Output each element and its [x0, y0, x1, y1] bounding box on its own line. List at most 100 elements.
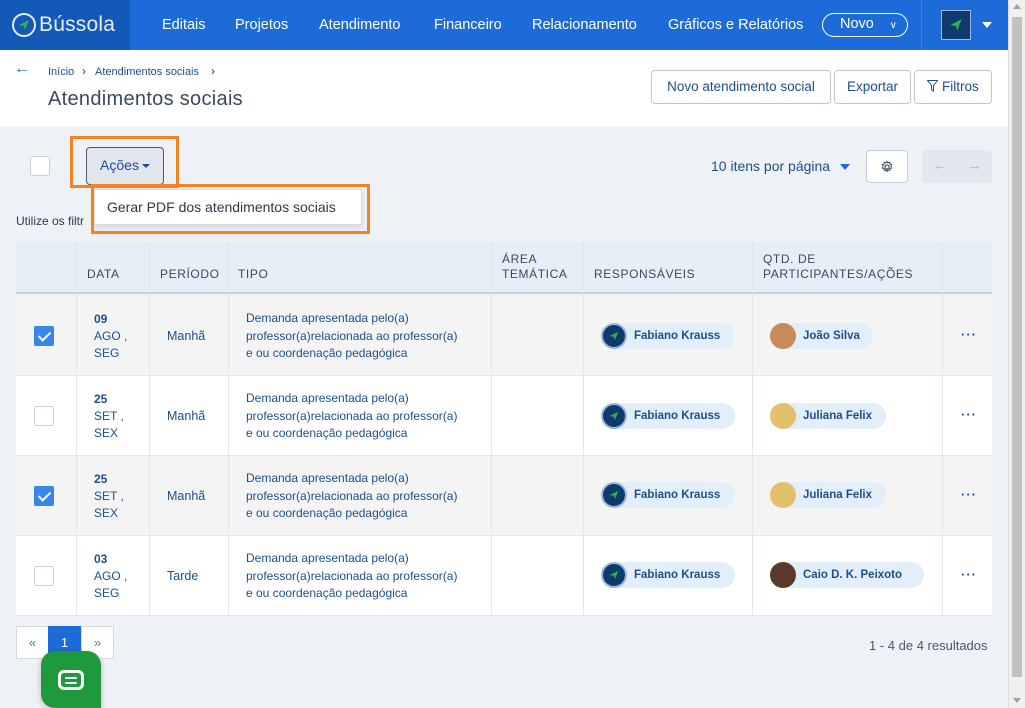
col-header-qtd-l1[interactable]: QTD. DE: [763, 252, 816, 267]
chat-button[interactable]: [41, 651, 101, 708]
page-header: ← Início › Atendimentos sociais › Atendi…: [0, 50, 1008, 126]
breadcrumb-separator: ›: [211, 64, 215, 78]
col-header-tipo[interactable]: TIPO: [238, 267, 268, 282]
responsible-name: Fabiano Krauss: [634, 330, 721, 342]
brand-logo[interactable]: Bússola: [0, 0, 130, 50]
responsible-chip[interactable]: Fabiano Krauss: [601, 562, 735, 588]
row-divider: [16, 615, 992, 616]
col-header-responsaveis[interactable]: RESPONSÁVEIS: [594, 267, 695, 282]
col-header-data[interactable]: DATA: [87, 267, 120, 282]
participant-chip[interactable]: Juliana Felix: [770, 482, 886, 508]
pagination-prev[interactable]: «: [16, 626, 49, 659]
nav-relacionamento[interactable]: Relacionamento: [532, 0, 637, 50]
row-periodo: Manhã: [167, 409, 206, 423]
col-divider: [942, 242, 943, 616]
col-divider: [228, 242, 229, 616]
caret-down-icon[interactable]: [840, 164, 850, 170]
col-divider: [583, 242, 584, 616]
row-date: 25 SET , SEX: [94, 472, 124, 520]
table-row[interactable]: 03 AGO , SEG Tarde Demanda apresentada pel…: [16, 536, 992, 616]
compass-logo-icon: [12, 13, 36, 37]
participant-chip[interactable]: João Silva: [770, 323, 873, 349]
row-actions-menu[interactable]: ···: [961, 567, 977, 582]
filters-label: Filtros: [942, 79, 979, 94]
breadcrumb-current[interactable]: Atendimentos sociais: [95, 66, 199, 78]
scroll-thumb[interactable]: [1012, 17, 1022, 677]
responsible-avatar: [601, 562, 627, 588]
participant-chip[interactable]: Caio D. K. Peixoto: [770, 562, 924, 588]
table-header: DATA PERÍODO TIPO ÁREA TEMÁTICA RESPONSÁ…: [16, 242, 992, 294]
row-actions-menu[interactable]: ···: [961, 487, 977, 502]
row-date: 03 AGO , SEG: [94, 552, 128, 600]
responsible-avatar: [601, 323, 627, 349]
next-arrow-icon[interactable]: →: [967, 157, 982, 174]
responsible-name: Fabiano Krauss: [634, 489, 721, 501]
gear-icon: [881, 159, 893, 172]
responsible-avatar: [601, 403, 627, 429]
row-tipo[interactable]: Demanda apresentada pelo(a) professor(a)r…: [246, 390, 486, 443]
participant-avatar: [770, 562, 796, 588]
highlight-box-pdf: [91, 184, 370, 234]
row-periodo: Manhã: [167, 489, 206, 503]
nav-financeiro[interactable]: Financeiro: [434, 0, 502, 50]
table-row[interactable]: 09 AGO , SEG Manhã Demanda apresentada pel…: [16, 296, 992, 376]
responsible-name: Fabiano Krauss: [634, 569, 721, 581]
breadcrumb-separator: ›: [82, 64, 86, 78]
row-checkbox[interactable]: [34, 566, 54, 586]
settings-button[interactable]: [866, 150, 908, 183]
col-header-periodo[interactable]: PERÍODO: [160, 267, 220, 282]
participant-chip[interactable]: Juliana Felix: [770, 403, 886, 429]
chevron-down-icon: ∨: [889, 20, 897, 31]
col-header-area-l1[interactable]: ÁREA: [502, 252, 537, 267]
participant-name: João Silva: [803, 330, 860, 342]
novo-button[interactable]: Novo ∨: [822, 13, 908, 37]
row-checkbox[interactable]: [34, 406, 54, 426]
row-actions-menu[interactable]: ···: [961, 327, 977, 342]
participant-avatar: [770, 403, 796, 429]
filter-hint-text: Utilize os filtr: [16, 214, 85, 228]
top-navbar: Bússola Editais Projetos Atendimento Fin…: [0, 0, 1008, 50]
nav-atendimento[interactable]: Atendimento: [319, 0, 400, 50]
filters-button[interactable]: Filtros: [914, 70, 992, 104]
row-divider: [16, 375, 992, 376]
row-tipo[interactable]: Demanda apresentada pelo(a) professor(a)r…: [246, 550, 486, 603]
table-row[interactable]: 25 SET , SEX Manhã Demanda apresentada pel…: [16, 456, 992, 536]
col-divider: [76, 242, 77, 616]
user-menu-caret-icon[interactable]: [982, 22, 992, 28]
row-checkbox[interactable]: [34, 326, 54, 346]
col-header-qtd-l2[interactable]: PARTICIPANTES/AÇÕES: [763, 267, 913, 282]
row-actions-menu[interactable]: ···: [961, 407, 977, 422]
row-checkbox[interactable]: [34, 486, 54, 506]
row-tipo[interactable]: Demanda apresentada pelo(a) professor(a)r…: [246, 470, 486, 523]
items-per-page-select[interactable]: 10 itens por página: [711, 158, 830, 174]
nav-editais[interactable]: Editais: [162, 0, 206, 50]
col-divider: [149, 242, 150, 616]
back-arrow-icon[interactable]: ←: [14, 60, 30, 78]
scroll-down-icon[interactable]: [1013, 698, 1021, 703]
page-title: Atendimentos sociais: [48, 88, 243, 110]
participant-name: Juliana Felix: [803, 410, 873, 422]
user-avatar[interactable]: [941, 10, 971, 40]
nav-graficos-relatorios[interactable]: Gráficos e Relatórios: [668, 0, 803, 50]
export-button[interactable]: Exportar: [834, 70, 911, 104]
responsible-chip[interactable]: Fabiano Krauss: [601, 323, 735, 349]
nav-projetos[interactable]: Projetos: [235, 0, 288, 50]
scroll-up-icon[interactable]: [1013, 4, 1021, 9]
responsible-chip[interactable]: Fabiano Krauss: [601, 403, 735, 429]
responsible-chip[interactable]: Fabiano Krauss: [601, 482, 735, 508]
row-date: 09 AGO , SEG: [94, 312, 128, 360]
row-tipo[interactable]: Demanda apresentada pelo(a) professor(a)r…: [246, 310, 486, 363]
prev-arrow-icon[interactable]: ←: [932, 157, 947, 174]
col-divider: [491, 242, 492, 616]
table-row[interactable]: 25 SET , SEX Manhã Demanda apresentada pel…: [16, 376, 992, 456]
participant-name: Caio D. K. Peixoto: [803, 569, 903, 581]
page-scrollbar[interactable]: [1008, 0, 1025, 708]
row-date: 25 SET , SEX: [94, 392, 124, 440]
select-all-checkbox[interactable]: [30, 156, 50, 176]
breadcrumb-home[interactable]: Início: [48, 66, 74, 78]
col-header-area-l2[interactable]: TEMÁTICA: [502, 267, 567, 282]
chat-icon: [58, 669, 84, 690]
participant-avatar: [770, 482, 796, 508]
new-social-service-button[interactable]: Novo atendimento social: [651, 70, 831, 104]
results-count: 1 - 4 de 4 resultados: [869, 638, 988, 653]
